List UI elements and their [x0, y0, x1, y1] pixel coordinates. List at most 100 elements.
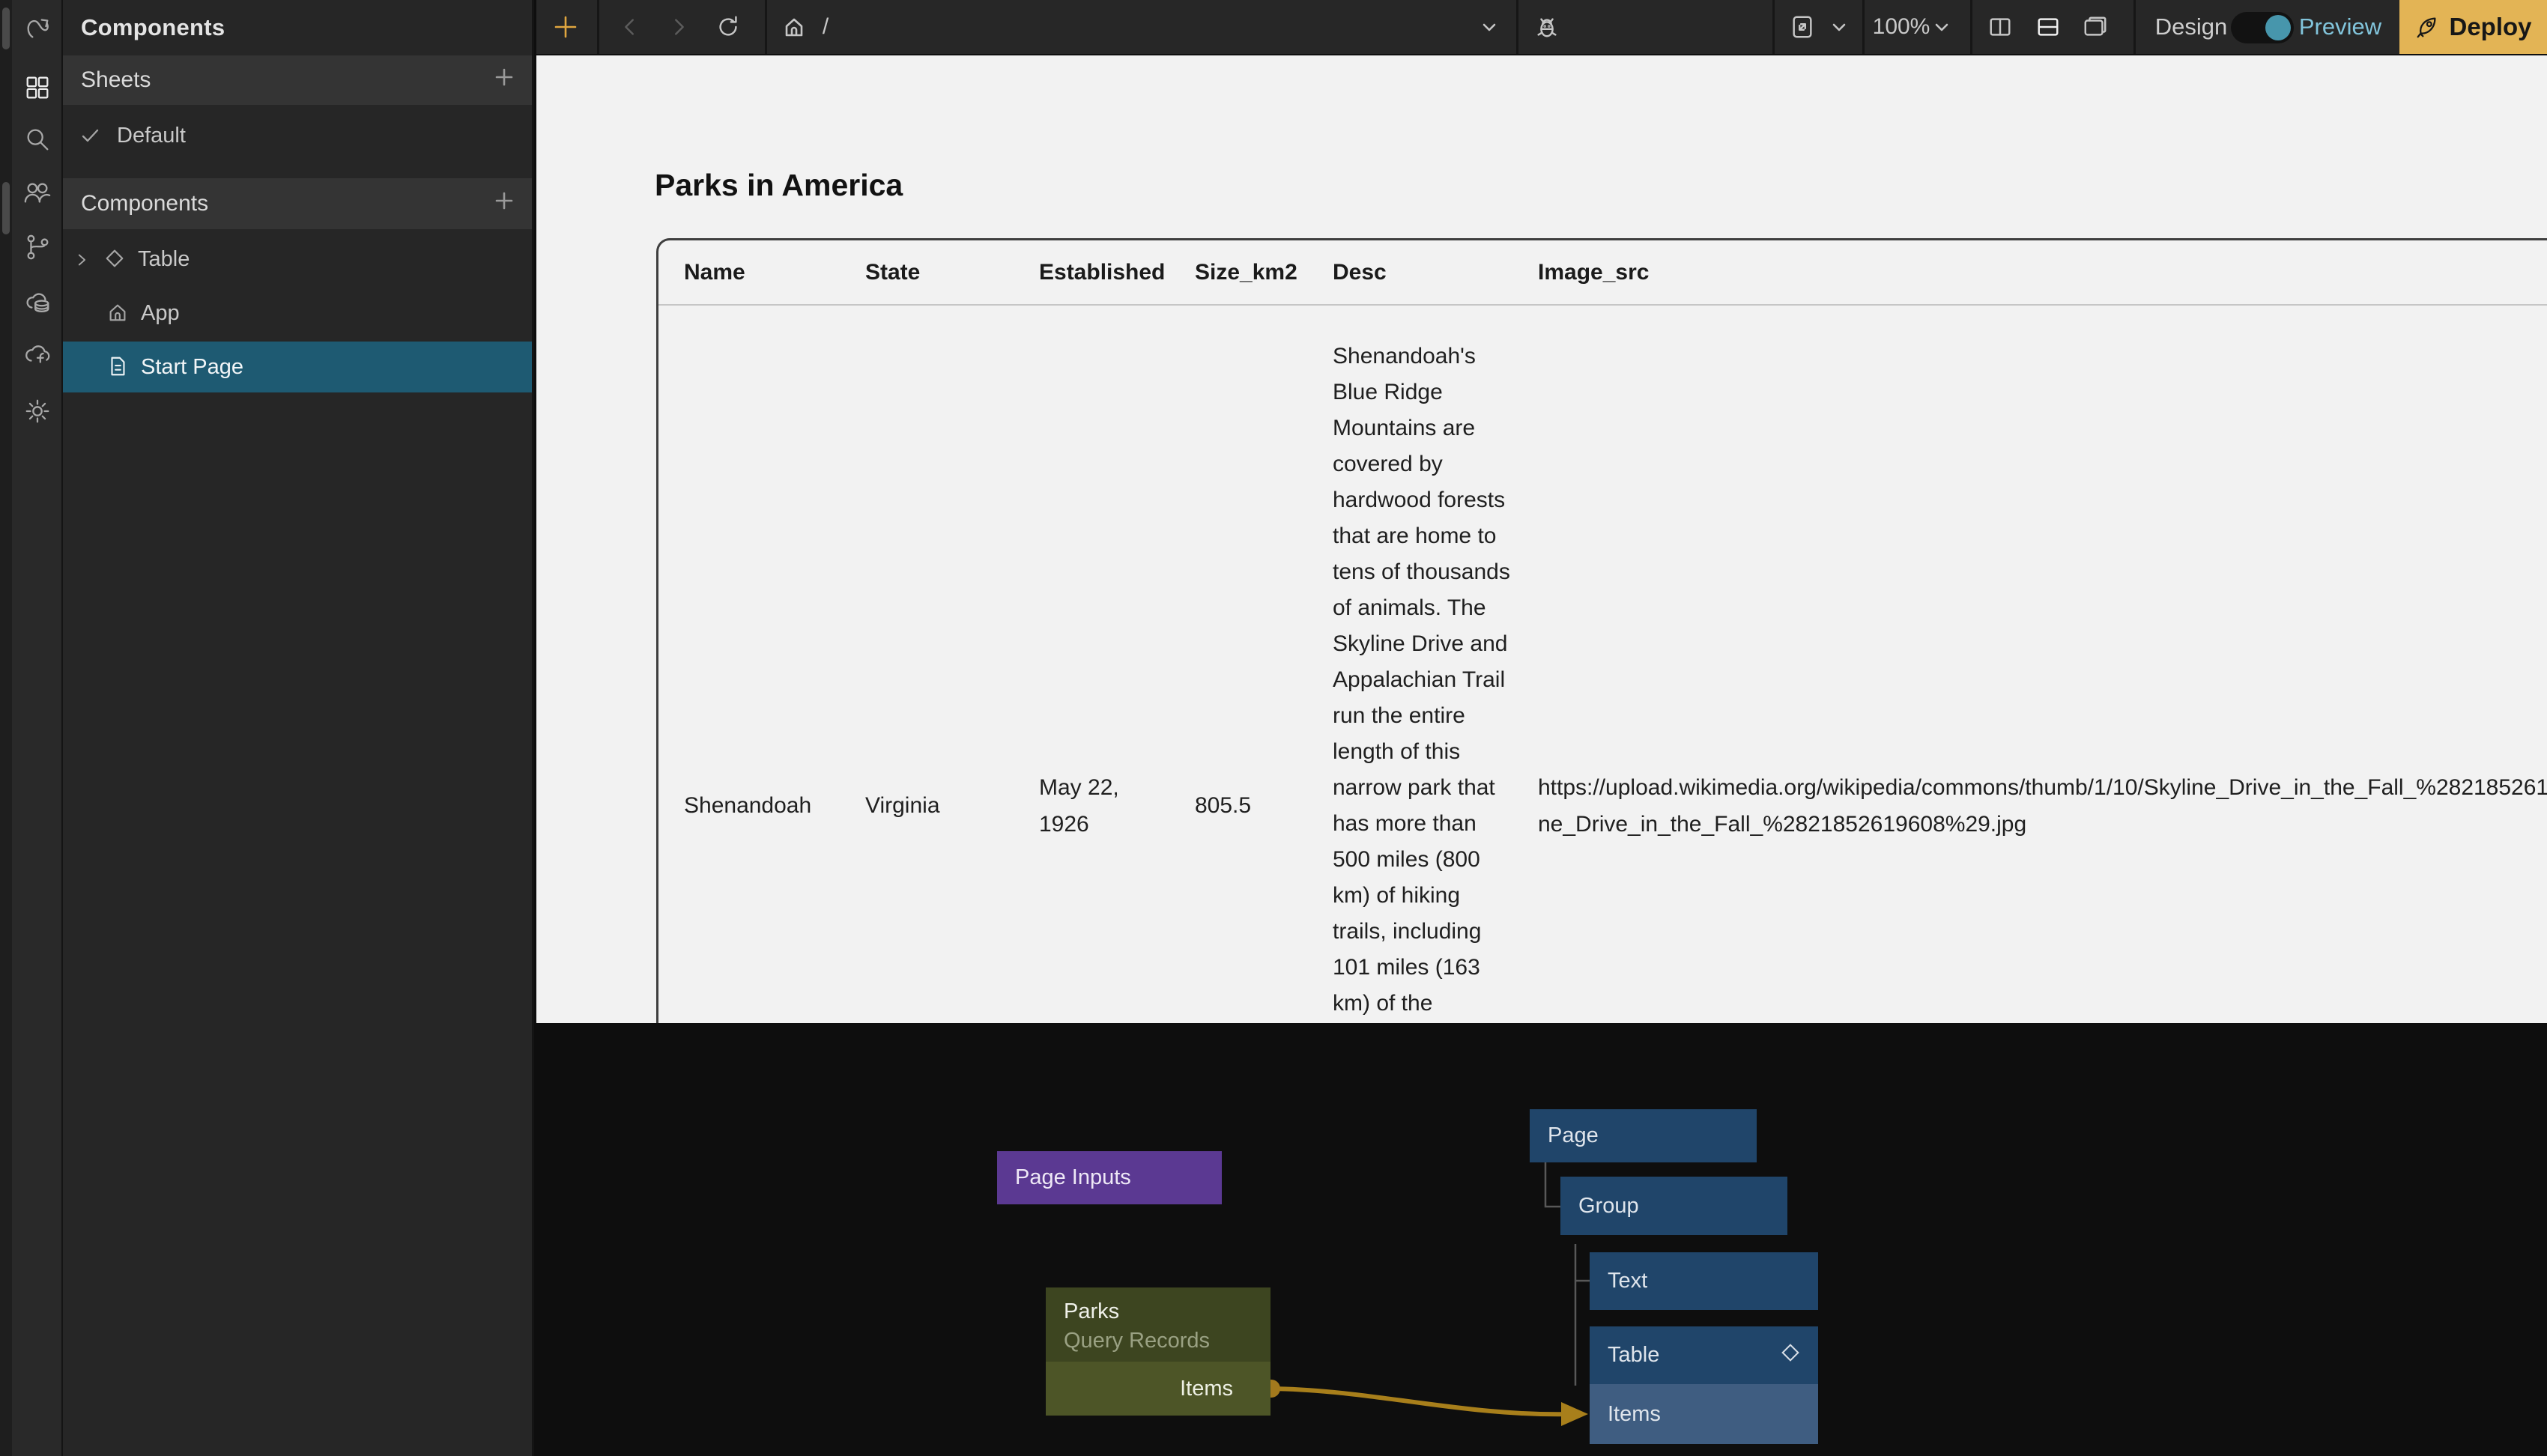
components-header-label: Components [81, 191, 208, 216]
parks-table[interactable]: Name State Established Size_km2 Desc Ima… [656, 238, 2547, 1023]
chevron-down-icon[interactable] [1479, 16, 1500, 37]
toolbar-divider [2133, 0, 2136, 54]
routes-icon[interactable] [21, 11, 54, 44]
query-node-header: Parks Query Records [1046, 1287, 1271, 1362]
node-page[interactable]: Page [1530, 1109, 1757, 1162]
reload-icon[interactable] [715, 14, 741, 40]
edge-scrollbar-segment [2, 7, 10, 49]
node-table[interactable]: Table [1590, 1326, 1818, 1384]
table-header-divider [658, 304, 2547, 306]
nav-forward-icon[interactable] [667, 16, 690, 38]
component-item-label: App [141, 301, 180, 326]
wire-arrowhead [1561, 1402, 1588, 1426]
preview-mode-label[interactable]: Preview [2299, 13, 2381, 40]
design-preview-toggle[interactable] [2231, 12, 2294, 43]
debug-bug-icon[interactable] [1534, 14, 1560, 40]
cloud-functions-icon[interactable] [21, 338, 54, 371]
chevron-down-icon[interactable] [1932, 17, 1951, 37]
items-wire[interactable] [1271, 1389, 1575, 1414]
node-graph-panel[interactable]: Page Inputs Page Group Text Table Items … [536, 1023, 2547, 1456]
component-item-label: Start Page [141, 355, 243, 380]
node-connectors [536, 1023, 2547, 1456]
cloud-database-icon[interactable] [21, 285, 54, 318]
column-header[interactable]: Image_src [1538, 260, 1649, 285]
components-grid-icon[interactable] [21, 71, 54, 104]
query-node-title: Parks [1064, 1299, 1271, 1324]
home-icon [106, 301, 130, 325]
left-icon-rail [12, 0, 63, 1456]
toggle-knob [2265, 15, 2291, 40]
cell-name[interactable]: Shenandoah [684, 793, 811, 819]
top-toolbar: / 100% Design [536, 0, 2547, 55]
windows-stack-icon[interactable] [2083, 14, 2108, 40]
zoom-level[interactable]: 100% [1873, 14, 1930, 40]
node-label: Page [1548, 1123, 1599, 1148]
column-header[interactable]: Name [684, 260, 745, 285]
chevron-right-icon[interactable] [72, 247, 91, 271]
add-sheet-button[interactable] [493, 66, 515, 94]
node-label: Items [1608, 1402, 1661, 1427]
sidebar-item-start-page[interactable]: Start Page [63, 342, 532, 392]
sidebar-panel-title: Components [63, 0, 532, 55]
node-label: Group [1578, 1194, 1639, 1219]
component-item-label: Table [138, 247, 190, 272]
nav-back-icon[interactable] [619, 16, 641, 38]
git-branch-icon[interactable] [21, 231, 54, 264]
diamond-icon [103, 247, 127, 271]
edge-scrollbar-segment [2, 182, 10, 234]
search-icon[interactable] [21, 123, 54, 156]
cell-desc[interactable]: Shenandoah's Blue Ridge Mountains are co… [1333, 339, 1515, 1023]
url-path[interactable]: / [823, 14, 829, 40]
node-parks-query[interactable]: Parks Query Records Items [1046, 1287, 1271, 1416]
split-horizontal-layout-icon[interactable] [2035, 14, 2061, 40]
settings-gear-icon[interactable] [21, 395, 54, 428]
toolbar-divider [1516, 0, 1518, 54]
file-icon [106, 355, 130, 379]
column-header[interactable]: Size_km2 [1195, 260, 1297, 285]
column-header[interactable]: Desc [1333, 260, 1387, 285]
rocket-icon [2414, 14, 2440, 40]
cell-established[interactable]: May 22, 1926 [1039, 769, 1166, 843]
cell-size[interactable]: 805.5 [1195, 793, 1251, 819]
sidebar-item-app[interactable]: App [63, 289, 532, 337]
window-edge-strip [0, 0, 12, 1456]
cell-image-src[interactable]: https://upload.wikimedia.org/wikipedia/c… [1538, 769, 2547, 843]
query-node-output-port[interactable]: Items [1046, 1362, 1271, 1416]
users-icon[interactable] [21, 177, 54, 210]
deploy-button-label: Deploy [2449, 13, 2531, 41]
deploy-button[interactable]: Deploy [2399, 0, 2547, 54]
port-label: Items [1180, 1377, 1233, 1401]
design-mode-label[interactable]: Design [2155, 13, 2228, 40]
node-page-inputs[interactable]: Page Inputs [997, 1151, 1222, 1204]
node-label: Text [1608, 1269, 1647, 1293]
sidebar-item-table[interactable]: Table [63, 235, 532, 283]
toolbar-divider [1970, 0, 1972, 54]
cell-state[interactable]: Virginia [865, 793, 940, 819]
column-header[interactable]: State [865, 260, 920, 285]
sidebar-item-default-sheet[interactable]: Default [63, 111, 532, 160]
sheets-section-header[interactable]: Sheets [63, 55, 532, 105]
chevron-down-icon[interactable] [1829, 17, 1849, 37]
screen-size-icon[interactable] [1790, 14, 1815, 40]
components-section-header[interactable]: Components [63, 178, 532, 229]
diamond-icon [1779, 1341, 1802, 1370]
node-table-items-port[interactable]: Items [1590, 1384, 1818, 1444]
add-component-button[interactable] [493, 189, 515, 218]
toolbar-divider [765, 0, 767, 54]
sheet-item-label: Default [117, 124, 186, 148]
node-label: Table [1608, 1343, 1659, 1368]
components-sidebar: Components Sheets Default Components [63, 0, 534, 1456]
node-group[interactable]: Group [1560, 1177, 1787, 1235]
toolbar-divider [1862, 0, 1865, 54]
tree-connector-page-group [1545, 1162, 1560, 1207]
home-icon[interactable] [782, 15, 806, 39]
node-text[interactable]: Text [1590, 1252, 1818, 1310]
column-header[interactable]: Established [1039, 260, 1165, 285]
query-node-subtitle: Query Records [1064, 1329, 1271, 1353]
split-vertical-layout-icon[interactable] [1987, 14, 2013, 40]
node-label: Page Inputs [1015, 1165, 1131, 1190]
check-icon [78, 124, 102, 148]
page-title: Parks in America [655, 168, 903, 203]
add-icon[interactable] [552, 13, 579, 40]
app-preview-canvas: Parks in America Name State Established … [536, 55, 2547, 1023]
